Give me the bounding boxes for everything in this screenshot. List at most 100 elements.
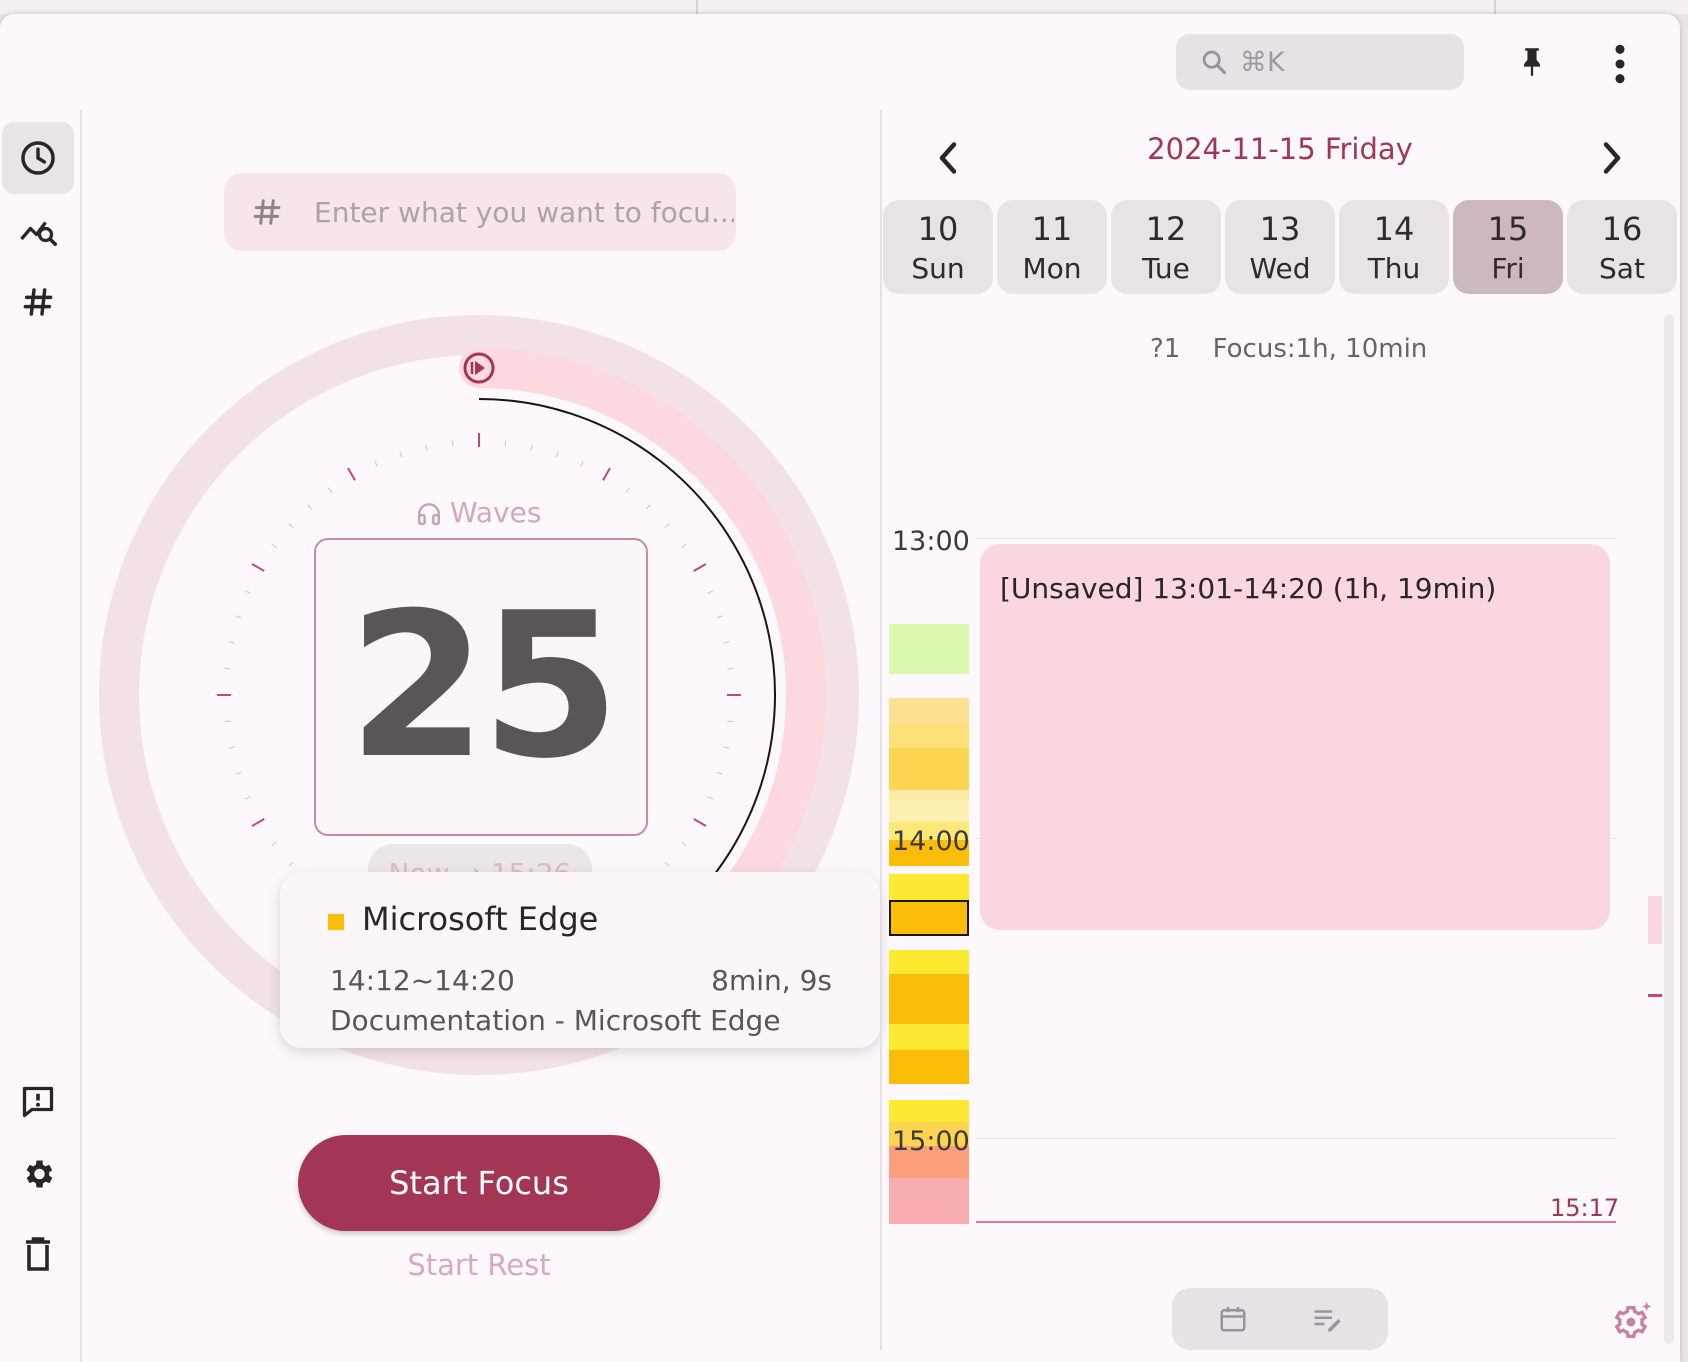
day-cell[interactable]: 11 Mon bbox=[997, 200, 1107, 294]
sound-label: Waves bbox=[450, 496, 542, 529]
dial-tick bbox=[328, 487, 333, 494]
dial-tick bbox=[271, 544, 278, 549]
day-weekday: Thu bbox=[1367, 252, 1421, 285]
edit-notes-icon[interactable] bbox=[1312, 1306, 1342, 1332]
dial-tick bbox=[504, 440, 507, 447]
sidebar-item-tags[interactable] bbox=[2, 266, 74, 338]
day-cell-selected[interactable]: 15 Fri bbox=[1453, 200, 1563, 294]
summary-count: ?1 bbox=[1150, 334, 1181, 364]
dial-tick bbox=[723, 746, 730, 749]
dial-tick bbox=[244, 590, 251, 594]
day-cell[interactable]: 12 Tue bbox=[1111, 200, 1221, 294]
activity-block[interactable] bbox=[889, 624, 969, 674]
hashtag-icon bbox=[253, 199, 281, 225]
activity-block[interactable] bbox=[889, 790, 969, 800]
dial-tick bbox=[451, 440, 454, 447]
tooltip-window-title: Documentation - Microsoft Edge bbox=[330, 1004, 781, 1037]
dial-tick bbox=[727, 667, 734, 670]
focus-task-field[interactable] bbox=[224, 173, 736, 251]
gear-icon bbox=[26, 1160, 53, 1188]
current-time-line bbox=[976, 1221, 1616, 1223]
summary-focus: Focus:1h, 10min bbox=[1212, 334, 1428, 364]
dial-tick bbox=[664, 523, 670, 529]
previous-day-icon[interactable] bbox=[936, 140, 960, 176]
next-day-event-peek bbox=[1648, 896, 1662, 944]
sparkle-gear-icon[interactable] bbox=[1610, 1300, 1654, 1344]
activity-block-selected[interactable] bbox=[889, 900, 969, 936]
day-number: 11 bbox=[1031, 210, 1073, 248]
dial-tick bbox=[399, 451, 403, 458]
headphones-icon bbox=[418, 502, 440, 525]
day-number: 13 bbox=[1259, 210, 1301, 248]
activity-block[interactable] bbox=[889, 974, 969, 1024]
dial-tick bbox=[693, 563, 707, 572]
dial-tick bbox=[235, 771, 242, 775]
start-rest-link[interactable]: Start Rest bbox=[374, 1248, 584, 1282]
dial-tick bbox=[224, 667, 231, 670]
feedback-icon bbox=[22, 1086, 54, 1118]
activity-block[interactable] bbox=[889, 1050, 969, 1084]
tooltip-app-name: Microsoft Edge bbox=[362, 900, 599, 938]
more-options-icon[interactable] bbox=[1610, 44, 1630, 84]
sidebar-item-trash[interactable] bbox=[2, 1218, 74, 1290]
activity-tooltip: Microsoft Edge 14:12~14:20 8min, 9s Docu… bbox=[280, 872, 880, 1048]
week-day-strip: 10 Sun 11 Mon 12 Tue 13 Wed 14 Thu 15 Fri 16 Sa… bbox=[882, 200, 1680, 294]
start-focus-button[interactable]: Start Focus bbox=[298, 1135, 660, 1231]
dial-tick bbox=[716, 615, 723, 619]
dial-tick bbox=[288, 523, 294, 529]
focus-task-input[interactable] bbox=[312, 194, 736, 230]
calendar-date-title: 2024-11-15 Friday bbox=[1147, 132, 1413, 166]
activity-block[interactable] bbox=[889, 698, 969, 724]
tooltip-time-range: 14:12~14:20 bbox=[330, 964, 515, 997]
dial-tick bbox=[425, 444, 428, 451]
activity-block[interactable] bbox=[889, 1178, 969, 1224]
activity-block[interactable] bbox=[889, 748, 969, 790]
sound-selector[interactable]: Waves bbox=[416, 496, 541, 529]
background-windows bbox=[0, 0, 1688, 14]
dial-tick bbox=[707, 796, 714, 800]
day-cell[interactable]: 10 Sun bbox=[883, 200, 993, 294]
calendar-icon[interactable] bbox=[1218, 1304, 1248, 1334]
pin-icon[interactable] bbox=[1518, 46, 1546, 78]
day-number: 14 bbox=[1373, 210, 1415, 248]
current-time-label: 15:17 bbox=[1550, 1194, 1620, 1222]
day-cell[interactable]: 13 Wed bbox=[1225, 200, 1335, 294]
dial-tick bbox=[224, 720, 231, 723]
dial-tick bbox=[251, 563, 265, 572]
hashtag-icon bbox=[23, 288, 53, 316]
dial-tick bbox=[707, 590, 714, 594]
day-number: 15 bbox=[1487, 210, 1529, 248]
dial-tick bbox=[347, 467, 356, 481]
activity-block[interactable] bbox=[889, 950, 969, 974]
dial-tick bbox=[716, 771, 723, 775]
search-shortcut: ⌘K bbox=[1240, 46, 1285, 78]
search-box[interactable]: ⌘K bbox=[1176, 34, 1464, 90]
activity-block[interactable] bbox=[889, 1024, 969, 1050]
activity-block[interactable] bbox=[889, 874, 969, 900]
sidebar-item-analytics[interactable] bbox=[2, 194, 74, 266]
dial-tick bbox=[625, 487, 630, 494]
day-number: 10 bbox=[917, 210, 959, 248]
sidebar-item-settings[interactable] bbox=[2, 1138, 74, 1210]
next-day-icon[interactable] bbox=[1600, 140, 1624, 176]
next-day-now-peek bbox=[1648, 994, 1662, 997]
activity-block[interactable] bbox=[889, 1100, 969, 1122]
sidebar-item-timer[interactable] bbox=[2, 122, 74, 194]
activity-block[interactable] bbox=[889, 724, 969, 748]
hour-gridline bbox=[976, 1138, 1616, 1139]
focus-event-block[interactable]: [Unsaved] 13:01-14:20 (1h, 19min) bbox=[980, 544, 1610, 930]
hour-gridline bbox=[976, 538, 1616, 539]
day-weekday: Mon bbox=[1022, 252, 1082, 285]
dial-tick bbox=[228, 746, 235, 749]
day-cell[interactable]: 14 Thu bbox=[1339, 200, 1449, 294]
sidebar-rail bbox=[0, 110, 82, 1362]
dial-tick bbox=[251, 818, 265, 827]
pane-divider bbox=[880, 110, 882, 1350]
day-cell[interactable]: 16 Sat bbox=[1567, 200, 1677, 294]
activity-block[interactable] bbox=[889, 800, 969, 822]
search-icon bbox=[1202, 50, 1227, 75]
dial-tick bbox=[530, 444, 533, 451]
sidebar-item-feedback[interactable] bbox=[2, 1066, 74, 1138]
timeline-scrollbar[interactable] bbox=[1664, 314, 1674, 1344]
timer-duration-box[interactable]: 25 bbox=[314, 538, 648, 836]
